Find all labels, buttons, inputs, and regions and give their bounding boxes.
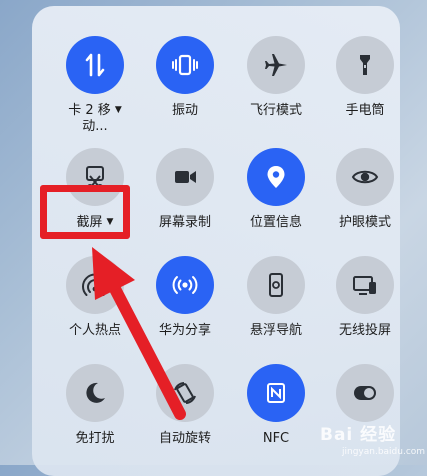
tile-label: 护眼模式 [338,215,391,230]
tile-label: 免打扰 [75,431,115,446]
tile-label: 自动旋转 [158,431,211,446]
tile-eye-comfort[interactable]: 护眼模式 [319,148,411,258]
tile-label: 个人热点 [68,323,121,338]
location-icon[interactable] [247,148,305,206]
nfc-icon[interactable] [247,364,305,422]
chevron-down-icon[interactable]: ▼ [115,102,122,119]
tile-label: 华为分享 [158,323,211,338]
tile-label: 手电筒 [345,103,385,118]
flashlight-icon[interactable] [336,36,394,94]
tile-vibrate[interactable]: 振动 [139,36,231,146]
tile-label: 屏幕录制 [158,215,211,230]
tile-label: 振动 [171,103,198,118]
vibrate-icon[interactable] [156,36,214,94]
tile-label-line2: 动... [82,119,108,134]
tile-label: 无线投屏 [338,323,391,338]
tile-auto-rotate[interactable]: 自动旋转 [139,364,231,474]
airplane-icon[interactable] [247,36,305,94]
tile-hotspot[interactable]: 个人热点 [49,256,141,366]
tile-flashlight[interactable]: 手电筒 [319,36,411,146]
share-icon[interactable] [156,256,214,314]
mobile-data-icon[interactable] [66,36,124,94]
tile-label: 飞行模式 [249,103,302,118]
watermark-url: jingyan.baidu.com [342,447,426,457]
screen-record-icon[interactable] [156,148,214,206]
rotate-icon[interactable] [156,364,214,422]
tile-mobile-data[interactable]: 卡 2 移 ▼ 动... [49,36,141,146]
tile-location[interactable]: 位置信息 [230,148,322,258]
tile-airplane-mode[interactable]: 飞行模式 [230,36,322,146]
watermark-text: Bai 经验 [320,425,397,445]
hotspot-icon[interactable] [66,256,124,314]
toggle-icon[interactable] [336,364,394,422]
quick-settings-panel: 卡 2 移 ▼ 动... 振动 飞行模式 手电筒 截屏 ▼ 屏幕录制 位置信息 … [32,6,400,476]
tile-wireless-projection[interactable]: 无线投屏 [319,256,411,366]
tile-label: 悬浮导航 [249,323,302,338]
tile-floating-nav[interactable]: 悬浮导航 [230,256,322,366]
tile-label: 卡 2 移 [68,103,111,118]
tile-huawei-share[interactable]: 华为分享 [139,256,231,366]
floating-nav-icon[interactable] [247,256,305,314]
tile-label: NFC [262,431,290,446]
tile-screen-record[interactable]: 屏幕录制 [139,148,231,258]
wireless-projection-icon[interactable] [336,256,394,314]
annotation-highlight-box [40,185,130,239]
tile-nfc[interactable]: NFC [230,364,322,474]
tile-do-not-disturb[interactable]: 免打扰 [49,364,141,474]
tile-label: 位置信息 [249,215,302,230]
eye-icon[interactable] [336,148,394,206]
moon-icon[interactable] [66,364,124,422]
tile-toggle[interactable] [319,364,411,474]
